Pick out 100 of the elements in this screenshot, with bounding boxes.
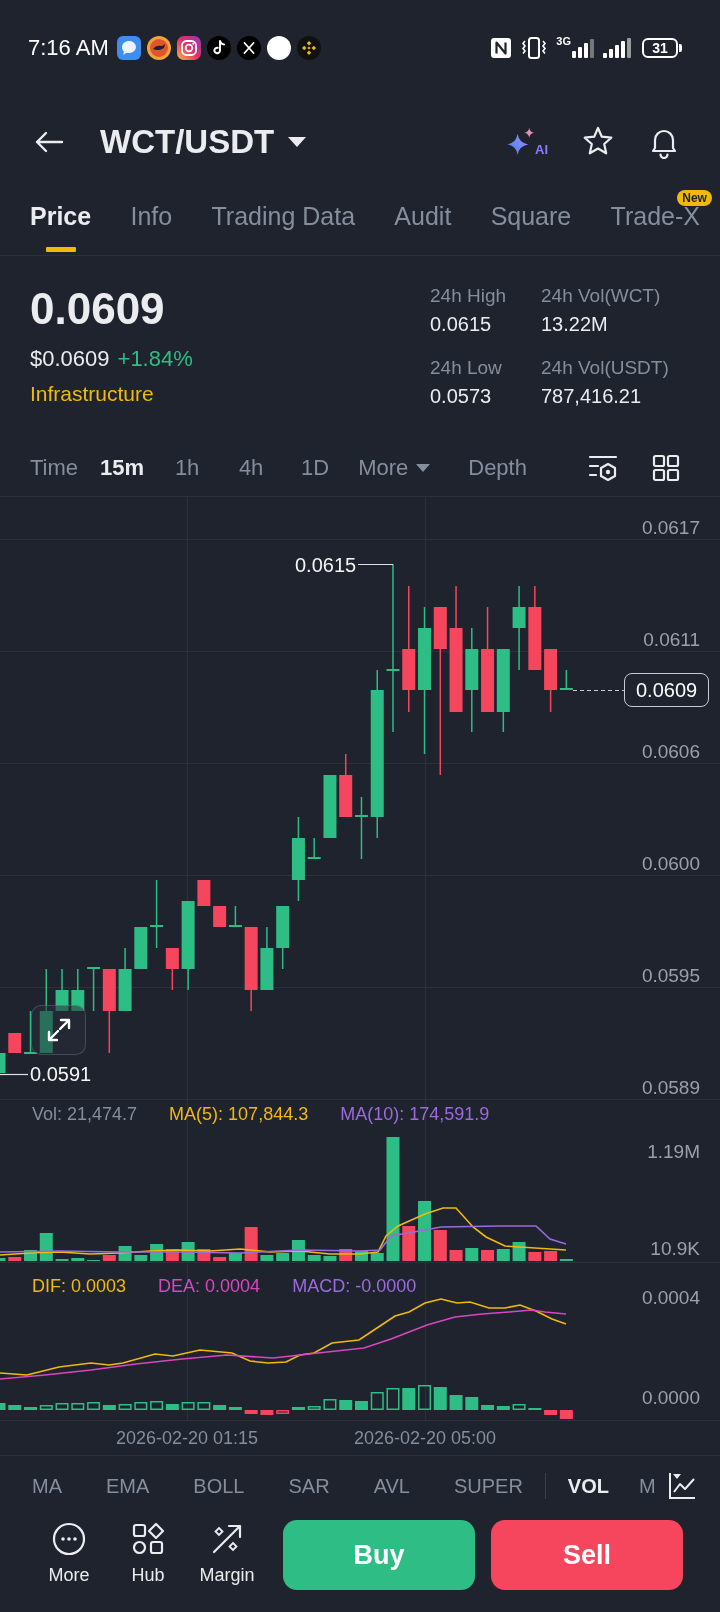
macd-axis-label: 0.0000 bbox=[641, 1387, 700, 1409]
music-note-icon bbox=[206, 36, 231, 60]
indicator-tab[interactable]: VOL bbox=[567, 1473, 609, 1499]
speech-bubble-icon bbox=[116, 36, 141, 60]
indicator-tab[interactable]: EMA bbox=[106, 1473, 150, 1499]
histogram-bar bbox=[71, 1403, 85, 1410]
volume-bar bbox=[449, 1250, 463, 1261]
candlestick bbox=[339, 753, 353, 818]
expand-icon bbox=[45, 1017, 72, 1043]
interval-tab[interactable]: Time bbox=[30, 454, 79, 482]
candlestick bbox=[71, 968, 85, 1012]
tab[interactable]: Info bbox=[130, 188, 173, 255]
vibrate-icon bbox=[521, 36, 548, 60]
category-link[interactable]: Infrastructure bbox=[30, 380, 154, 408]
candlestick bbox=[197, 879, 211, 907]
emblem-icon bbox=[146, 36, 171, 60]
more-dropdown[interactable]: More bbox=[358, 454, 431, 482]
histogram-bar bbox=[512, 1404, 526, 1410]
histogram-bar bbox=[244, 1410, 258, 1414]
price-axis-label: 0.0600 bbox=[641, 853, 700, 875]
tab[interactable]: Audit bbox=[394, 188, 452, 255]
volume-axis-label: 10.9K bbox=[650, 1238, 700, 1260]
interval-tab[interactable]: 15m bbox=[100, 454, 145, 482]
histogram-bar bbox=[260, 1410, 274, 1415]
diagonal-arrow-icon bbox=[210, 1522, 244, 1556]
volume-bar bbox=[244, 1227, 258, 1261]
candlestick bbox=[24, 1010, 37, 1054]
margin-button[interactable]: Margin bbox=[191, 1516, 263, 1586]
camera-icon bbox=[176, 36, 201, 60]
signal-icon bbox=[572, 38, 594, 58]
candlestick bbox=[260, 926, 274, 991]
buy-button[interactable]: Buy bbox=[283, 1520, 475, 1590]
shapes-icon bbox=[131, 1522, 165, 1556]
candlestick bbox=[276, 905, 290, 970]
last-price: 0.0609 bbox=[30, 284, 165, 334]
time-axis-label: 2026-02-20 05:00 bbox=[353, 1427, 497, 1449]
stat-value: 13.22M bbox=[541, 312, 608, 336]
grid-icon[interactable] bbox=[652, 454, 680, 482]
hub-button[interactable]: Hub bbox=[112, 1516, 184, 1586]
ai-button[interactable]: AI bbox=[507, 128, 548, 156]
indicator-tab[interactable]: AVL bbox=[373, 1473, 410, 1499]
interval-tab[interactable]: 1h bbox=[166, 454, 209, 482]
battery-indicator: 31 bbox=[642, 38, 682, 58]
histogram-bar bbox=[55, 1403, 69, 1410]
stat-label: 24h Vol(WCT) bbox=[541, 284, 661, 308]
high-price-label: 0.0615 bbox=[295, 554, 357, 576]
stat-label: 24h Vol(USDT) bbox=[541, 356, 669, 380]
stat-value: 0.0573 bbox=[430, 384, 492, 408]
interval-tab[interactable]: 1D bbox=[294, 454, 337, 482]
price-axis-label: 0.0606 bbox=[641, 741, 700, 763]
histogram-bar bbox=[402, 1388, 416, 1410]
leader-line bbox=[0, 1073, 29, 1076]
indicator-tab[interactable]: BOLL bbox=[193, 1473, 245, 1499]
low-price-label: 0.0591 bbox=[30, 1063, 92, 1085]
histogram-bar bbox=[433, 1387, 447, 1410]
stat-value: 787,416.21 bbox=[541, 384, 642, 408]
indicator-tab[interactable]: SUPER bbox=[453, 1473, 523, 1499]
candlestick bbox=[8, 1032, 22, 1054]
histogram-bar bbox=[8, 1405, 22, 1410]
candlestick bbox=[134, 926, 148, 970]
legend-label: DEA: 0.0004 bbox=[158, 1275, 261, 1297]
circle-icon bbox=[266, 36, 291, 60]
indicator-tab[interactable]: SAR bbox=[288, 1473, 330, 1499]
indicator-tab[interactable]: MA bbox=[32, 1473, 62, 1499]
histogram-bar bbox=[465, 1397, 479, 1410]
indicator-tab[interactable]: M bbox=[639, 1473, 656, 1499]
volume-axis-label: 1.19M bbox=[647, 1141, 700, 1163]
histogram-bar bbox=[370, 1392, 384, 1410]
stat-label: 24h High bbox=[430, 284, 507, 308]
volume-bar bbox=[370, 1253, 384, 1261]
stat-label: 24h Low bbox=[430, 356, 502, 380]
chart-settings-icon[interactable] bbox=[588, 454, 618, 482]
histogram-bar bbox=[307, 1406, 321, 1410]
interval-tab[interactable]: Depth bbox=[468, 454, 527, 482]
candlestick bbox=[323, 774, 337, 839]
volume-bar bbox=[465, 1248, 479, 1261]
time-axis-label: 2026-02-20 01:15 bbox=[115, 1427, 259, 1449]
interval-tab[interactable]: 4h bbox=[230, 454, 273, 482]
tab[interactable]: Trading Data bbox=[211, 188, 356, 255]
volume-bar bbox=[418, 1201, 431, 1261]
histogram-bar bbox=[339, 1400, 353, 1410]
expand-button[interactable] bbox=[31, 1005, 86, 1055]
volume-bar bbox=[402, 1226, 416, 1261]
pair-selector[interactable]: WCT/USDT bbox=[100, 123, 307, 161]
tab[interactable]: Square bbox=[490, 188, 572, 255]
back-arrow-icon[interactable] bbox=[34, 130, 64, 154]
legend-label: MA(5): 107,844.3 bbox=[169, 1103, 309, 1125]
histogram-bar bbox=[118, 1404, 132, 1410]
leader-line bbox=[357, 563, 394, 566]
sparkle-icon bbox=[507, 128, 535, 156]
volume-bar bbox=[8, 1257, 22, 1261]
volume-bar bbox=[323, 1256, 337, 1261]
candlestick bbox=[0, 1053, 6, 1073]
line-chart-icon[interactable] bbox=[668, 1472, 696, 1500]
sell-button[interactable]: Sell bbox=[491, 1520, 683, 1590]
more-button[interactable]: More bbox=[33, 1516, 105, 1586]
tab[interactable]: Trade-X New bbox=[610, 188, 712, 255]
diamond-pattern-icon bbox=[296, 36, 321, 60]
tab[interactable]: Price bbox=[30, 188, 92, 255]
caret-icon bbox=[416, 464, 431, 472]
